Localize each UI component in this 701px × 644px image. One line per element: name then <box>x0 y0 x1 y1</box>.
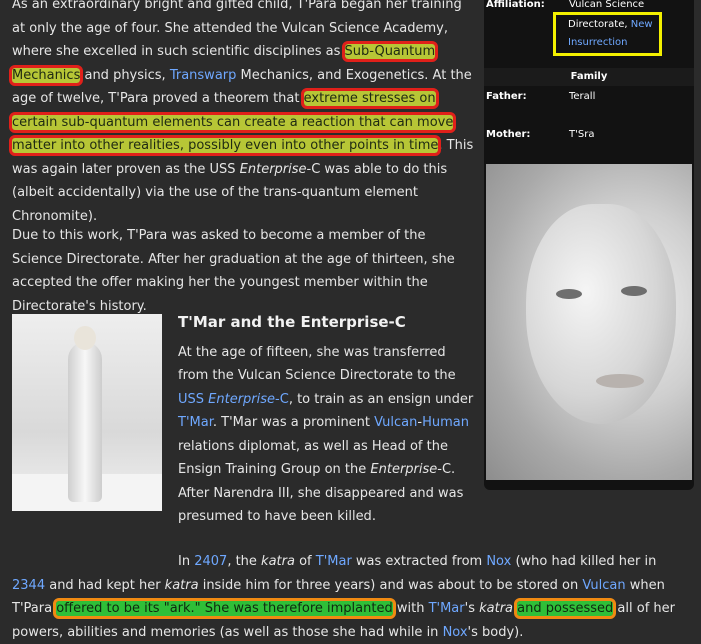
katra-term: katra <box>479 601 514 616</box>
link-2344[interactable]: 2344 <box>12 578 45 593</box>
link-text: Enterprise <box>208 391 276 407</box>
mother-label: Mother: <box>486 129 531 140</box>
link-nox-2[interactable]: Nox <box>443 625 468 640</box>
father-value: Terall <box>569 91 596 102</box>
text-segment: , to train as an ensign under <box>288 391 474 407</box>
affiliation-label: Affiliation: <box>486 0 545 10</box>
text-segment: 's body). <box>467 624 524 640</box>
text-segment: In <box>178 554 195 569</box>
family-header: Family <box>484 68 694 86</box>
link-new-insurrection[interactable]: New <box>631 19 653 30</box>
figure-head-shape <box>74 326 96 350</box>
text-segment: , the <box>227 554 262 569</box>
text-segment: with <box>392 601 429 616</box>
section-heading: T'Mar and the Enterprise-C <box>178 313 406 331</box>
link-vulcan[interactable]: Vulcan <box>374 415 417 430</box>
tpara-portrait-image <box>486 164 692 480</box>
link-tmar[interactable]: T'Mar <box>178 415 213 430</box>
ship-name: Enterprise <box>370 462 438 477</box>
text-segment: and had kept her <box>45 577 165 593</box>
text-segment: 's <box>464 601 480 616</box>
link-text: -C <box>275 391 289 407</box>
paragraph-early-life: As an extraordinary bright and gifted ch… <box>8 0 476 228</box>
link-uss-enterprise[interactable]: USS Enterprise-C <box>178 392 289 407</box>
eye-shape <box>621 286 647 296</box>
katra-term: katra <box>261 554 295 569</box>
paragraph-directorate: Due to this work, T'Para was asked to be… <box>12 228 455 314</box>
section-tmar: T'Mar and the Enterprise-C At the age of… <box>178 311 476 529</box>
affiliation-value: Vulcan Science Directorate, New Insurrec… <box>553 0 689 56</box>
link-2407[interactable]: 2407 <box>194 554 227 569</box>
text-segment: (who had killed her in <box>511 554 657 569</box>
tpara-standing-image <box>12 314 162 511</box>
lips-shape <box>596 374 644 388</box>
link-transwarp[interactable]: Transwarp <box>170 68 237 83</box>
katra-term: katra <box>164 577 199 593</box>
character-infobox: Affiliation: Vulcan Science Directorate,… <box>484 0 694 490</box>
affiliation-highlight-box: Directorate, New Insurrection <box>553 12 662 56</box>
text-segment: and physics, <box>80 67 170 83</box>
link-human[interactable]: Human <box>422 415 469 430</box>
link-nox[interactable]: Nox <box>486 554 511 569</box>
link-vulcan[interactable]: Vulcan <box>582 578 625 593</box>
link-text: USS <box>178 391 209 407</box>
text-segment: was extracted from <box>351 554 487 569</box>
face-shape <box>526 204 676 424</box>
highlight-possessed: and possessed <box>514 598 617 619</box>
figure-body-shape <box>68 342 102 502</box>
mother-value: T'Sra <box>569 129 595 140</box>
eye-shape <box>556 289 582 299</box>
ship-name: Enterprise <box>239 161 307 177</box>
text-segment: of <box>294 554 316 569</box>
link-tmar-2[interactable]: T'Mar <box>429 601 465 616</box>
link-new-insurrection-2[interactable]: Insurrection <box>568 37 627 48</box>
paragraph-katra: In 2407, the katra of T'Mar was extracte… <box>12 550 692 644</box>
affiliation-text: Directorate, <box>568 19 631 30</box>
affiliation-line-1: Vulcan Science <box>569 0 645 10</box>
text-segment: At the age of fifteen, she was transferr… <box>178 344 456 384</box>
text-segment: . T'Mar was a prominent <box>212 415 375 430</box>
link-tmar[interactable]: T'Mar <box>316 554 352 569</box>
highlight-offered-ark: offered to be its "ark." She was therefo… <box>53 598 396 619</box>
father-label: Father: <box>486 91 527 102</box>
paragraph-tmar: At the age of fifteen, she was transferr… <box>178 341 476 529</box>
text-segment: inside him for three years) and was abou… <box>198 577 583 593</box>
